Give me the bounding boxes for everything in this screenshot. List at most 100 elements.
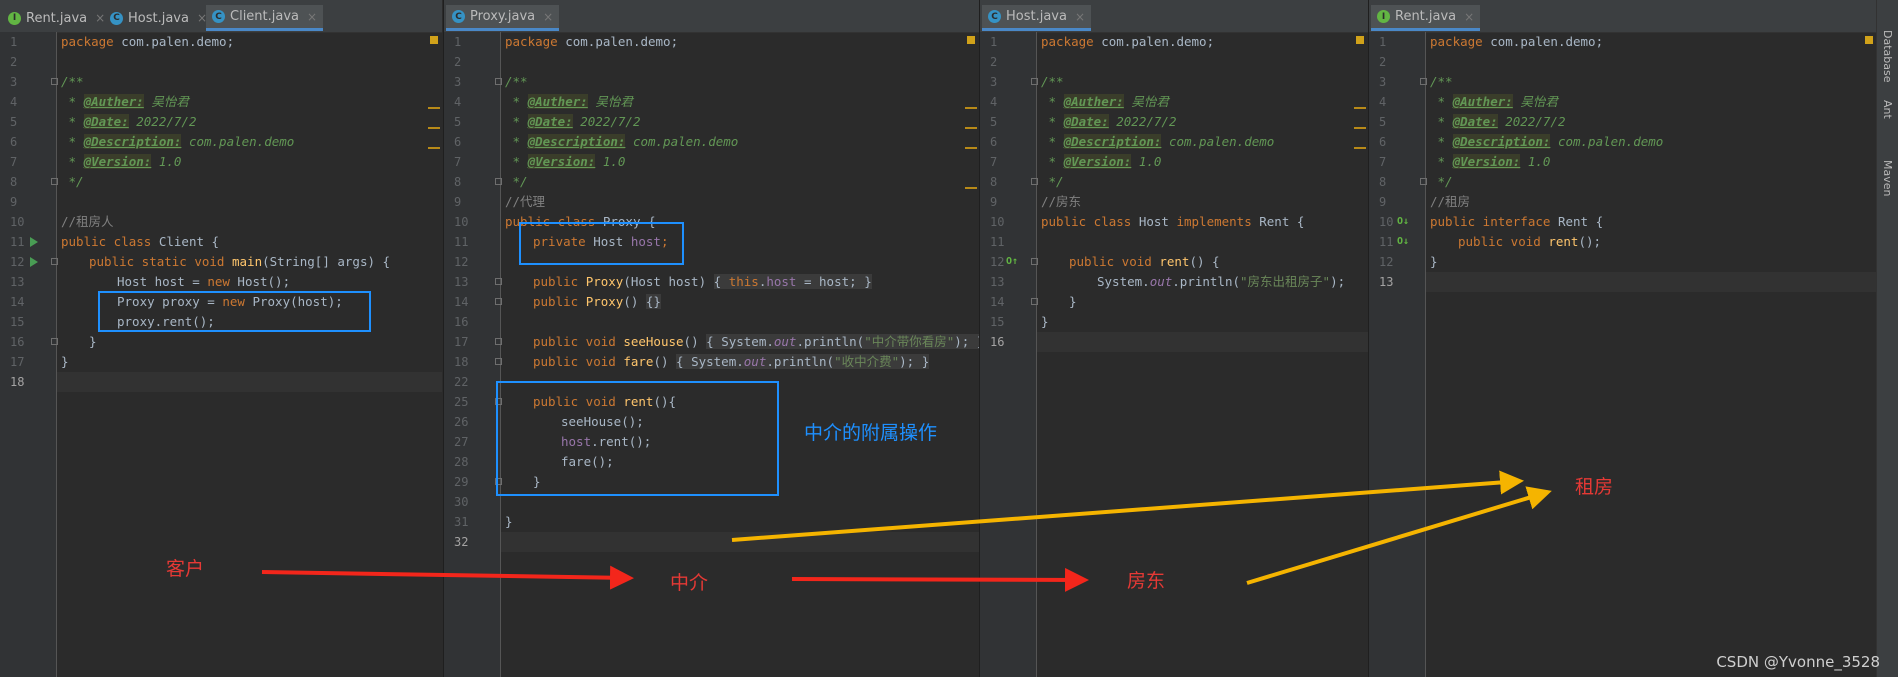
fold-icon[interactable] <box>1031 298 1038 305</box>
line-number: 4 <box>454 95 462 109</box>
code-text: ); <box>1330 274 1346 289</box>
close-icon[interactable]: × <box>543 10 553 24</box>
tab-client-java[interactable]: C Client.java × <box>206 5 324 31</box>
current-line-highlight <box>57 372 442 392</box>
run-icon[interactable] <box>30 237 38 247</box>
fold-icon[interactable] <box>1031 78 1038 85</box>
scroll-mark <box>428 107 440 109</box>
tab-rent-java[interactable]: I Rent.java × <box>2 5 111 31</box>
fold-icon[interactable] <box>51 178 58 185</box>
fold-icon[interactable] <box>495 278 502 285</box>
watermark: CSDN @Yvonne_3528 <box>1716 653 1880 671</box>
line-number: 7 <box>10 155 18 169</box>
doc-star: * <box>1041 94 1064 109</box>
keyword: public <box>533 294 579 309</box>
run-icon[interactable] <box>30 257 38 267</box>
line-number: 14 <box>10 295 25 309</box>
doc-value: 2022/7/2 <box>1497 114 1566 129</box>
scroll-mark <box>1354 127 1366 129</box>
code-text: () <box>653 354 677 369</box>
doc-tag: @Version: <box>527 154 596 169</box>
code-line: * @Version: 1.0 <box>1430 152 1550 172</box>
fold-icon[interactable] <box>495 178 502 185</box>
folded-body[interactable]: {} <box>645 294 661 309</box>
code-line: * @Description: com.palen.demo <box>505 132 738 152</box>
highlight-box-rent-method <box>496 381 779 496</box>
keyword: public interface <box>1430 214 1551 229</box>
tab-host-java[interactable]: C Host.java × <box>982 5 1092 31</box>
line-number: 18 <box>454 355 469 369</box>
code-line: */ <box>1041 174 1064 189</box>
package-name: com.palen.demo; <box>1482 34 1604 49</box>
fold-icon[interactable] <box>495 338 502 345</box>
code-line: //房东 <box>1041 194 1082 209</box>
package-name: com.palen.demo; <box>1093 34 1215 49</box>
tab-bar: C Proxy.java × <box>444 0 979 33</box>
doc-tag: @Auther: <box>1063 94 1124 109</box>
doc-value: 吴怡君 <box>587 94 633 109</box>
scroll-mark <box>1354 147 1366 149</box>
scroll-mark <box>965 147 977 149</box>
fold-icon[interactable] <box>1031 258 1038 265</box>
database-tool-button[interactable]: Database <box>1881 30 1894 83</box>
tab-rent-java[interactable]: I Rent.java × <box>1371 5 1481 31</box>
implemented-icon[interactable]: O↓ <box>1397 216 1409 227</box>
fold-icon[interactable] <box>1420 78 1427 85</box>
close-icon[interactable]: × <box>1075 10 1085 24</box>
code-line: } <box>1069 294 1077 309</box>
doc-tag: @Description: <box>83 134 182 149</box>
annotation-rent: 租房 <box>1575 476 1614 498</box>
folded-body[interactable]: { System.out.println("中介带你看房"); } <box>706 334 979 349</box>
editor-pane-rent: I Rent.java × 1 2 3 4 5 6 7 8 9 10 11 12… <box>1368 0 1877 677</box>
code-line: } <box>1041 314 1049 329</box>
code-text: (); <box>1578 234 1602 249</box>
tab-host-java[interactable]: C Host.java × <box>104 5 213 31</box>
fold-icon[interactable] <box>51 78 58 85</box>
fold-icon[interactable] <box>495 298 502 305</box>
ant-tool-button[interactable]: Ant <box>1881 100 1894 119</box>
code-line: public Proxy() {} <box>533 292 661 312</box>
warning-marker <box>1865 36 1873 44</box>
code-line: } <box>1430 254 1438 269</box>
folded-body[interactable]: { System.out.println("收中介费"); } <box>676 354 930 369</box>
code-text: System. <box>691 354 744 369</box>
maven-tool-button[interactable]: Maven <box>1881 160 1894 196</box>
code-text: System. <box>721 334 774 349</box>
line-number: 13 <box>10 275 25 289</box>
doc-star: * <box>61 134 84 149</box>
scroll-mark <box>965 127 977 129</box>
tab-label: Proxy.java <box>470 9 536 24</box>
close-icon[interactable]: × <box>1464 10 1474 24</box>
keyword: public void <box>1069 254 1152 269</box>
line-number: 3 <box>10 75 18 89</box>
line-number: 13 <box>990 275 1005 289</box>
code-text: () { <box>1189 254 1220 269</box>
close-icon[interactable]: × <box>307 10 317 24</box>
code-text: ); <box>899 354 922 369</box>
code-line: //租房 <box>1430 194 1471 209</box>
folded-body[interactable]: { this.host = host; } <box>713 274 872 289</box>
doc-value: 吴怡君 <box>143 94 189 109</box>
doc-star: * <box>61 114 84 129</box>
line-number: 7 <box>454 155 462 169</box>
tab-proxy-java[interactable]: C Proxy.java × <box>446 5 560 31</box>
code-line: Host host = new Host(); <box>117 272 290 292</box>
fold-icon[interactable] <box>51 338 58 345</box>
doc-tag: @Description: <box>1452 134 1551 149</box>
line-number: 11 <box>454 235 469 249</box>
code-line: System.out.println("房东出租房子"); <box>1097 272 1345 292</box>
interface-icon: I <box>8 11 21 25</box>
implemented-icon[interactable]: O↓ <box>1397 236 1409 247</box>
fold-icon[interactable] <box>1031 178 1038 185</box>
implements-icon[interactable]: O↑ <box>1006 256 1018 267</box>
fold-icon[interactable] <box>51 258 58 265</box>
line-number: 4 <box>1379 95 1387 109</box>
fold-icon[interactable] <box>495 358 502 365</box>
doc-tag: @Date: <box>1063 114 1109 129</box>
line-number: 13 <box>454 275 469 289</box>
line-number: 13 <box>1379 275 1394 289</box>
fold-icon[interactable] <box>1420 178 1427 185</box>
code-text: .println( <box>796 334 865 349</box>
code-line: * @Auther: 吴怡君 <box>1041 92 1169 112</box>
fold-icon[interactable] <box>495 78 502 85</box>
